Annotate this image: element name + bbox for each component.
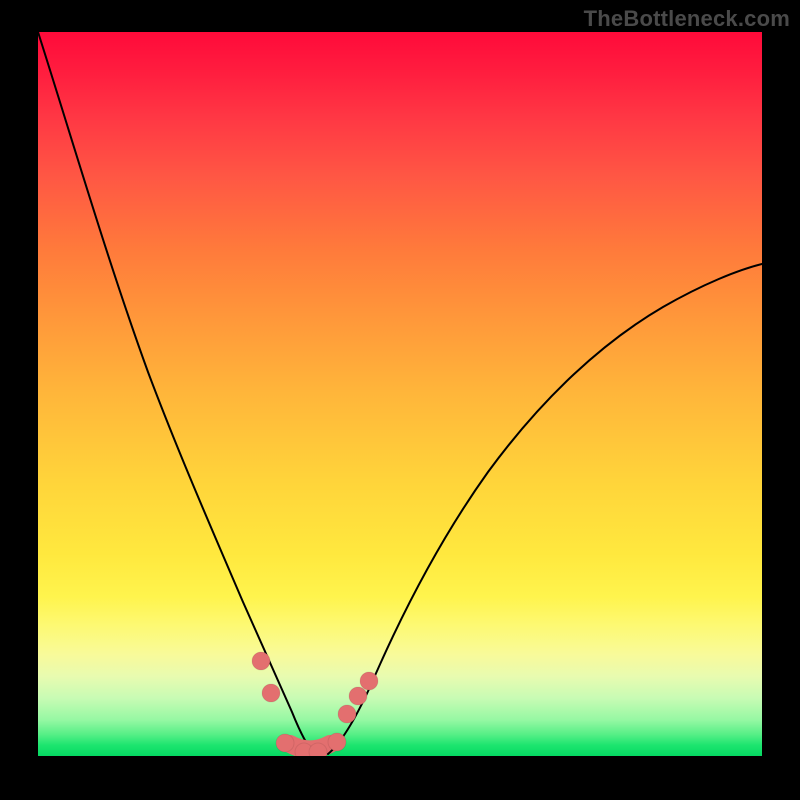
plot-area [38,32,762,756]
chart-stage: TheBottleneck.com [0,0,800,800]
watermark-text: TheBottleneck.com [584,6,790,32]
